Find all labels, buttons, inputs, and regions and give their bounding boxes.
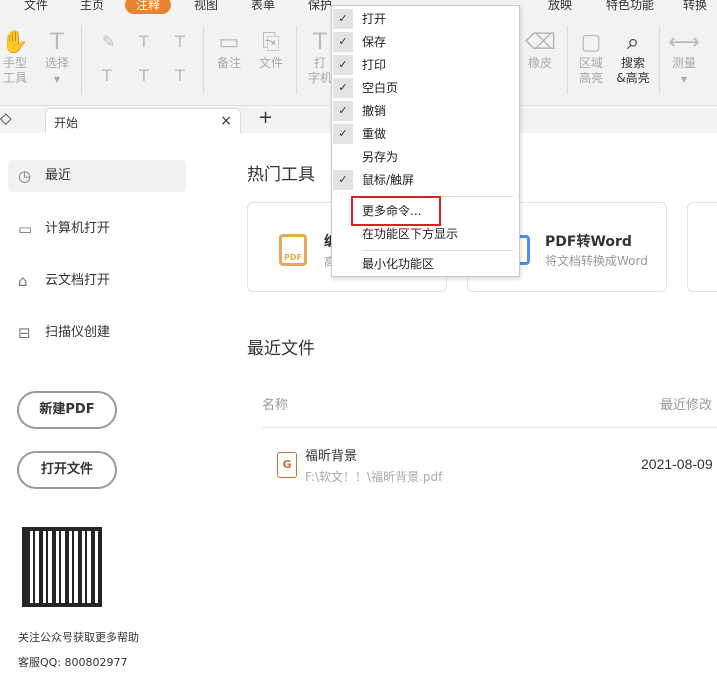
menu-separator: [362, 250, 514, 251]
recent-files-title: 最近文件: [247, 339, 315, 359]
check-icon: ✓: [333, 9, 353, 29]
monitor-icon: ▭: [18, 220, 33, 238]
card-subtitle: 将文档转换成Word: [545, 254, 648, 268]
strikeout-icon[interactable]: T: [102, 66, 112, 85]
divider: [296, 26, 297, 94]
hand-icon: ✋: [1, 30, 29, 55]
card-title: PDF转Word: [545, 234, 632, 250]
tab-form[interactable]: 表单: [251, 0, 275, 14]
menu-item-minimize-ribbon[interactable]: 最小化功能区: [332, 253, 519, 276]
check-icon: ✓: [333, 55, 353, 75]
search-doc-icon: ⌕: [626, 30, 640, 55]
menu-item-undo[interactable]: ✓ 撤销: [332, 100, 519, 123]
divider: [81, 26, 82, 94]
file-attach-button[interactable]: ⎘ 文件: [256, 30, 286, 71]
cloud-icon: ⌂: [18, 272, 28, 290]
highlight-icon[interactable]: ✎: [102, 32, 115, 51]
sidebar-item-cloud[interactable]: ⌂ 云文档打开: [8, 265, 186, 297]
tab-annotate[interactable]: 注释: [125, 0, 172, 14]
underline-icon[interactable]: T: [139, 32, 149, 51]
eraser-button[interactable]: ⌫ 橡皮: [525, 30, 557, 71]
pin-file-icon: ⎘: [262, 30, 280, 55]
file-name: 福昕背景: [305, 449, 358, 464]
sidebar-item-recent[interactable]: ◷ 最近: [8, 160, 186, 192]
area-icon: ▢: [580, 30, 602, 55]
file-row[interactable]: G 福昕背景 F:\软文！！\福昕背景.pdf 2021-08-09: [262, 440, 717, 490]
new-pdf-button[interactable]: 新建PDF: [17, 391, 117, 429]
highlight-box: [351, 196, 441, 226]
menu-item-save-as[interactable]: 另存为: [332, 146, 519, 169]
eraser-icon[interactable]: ◇: [0, 109, 12, 127]
new-tab-button[interactable]: +: [258, 107, 273, 128]
tab-slideshow[interactable]: 放映: [548, 0, 572, 14]
support-qq: 客服QQ: 800802977: [18, 656, 128, 669]
typewriter-icon: T: [313, 30, 327, 55]
quick-access-context-menu: ✓ 打开 ✓ 保存 ✓ 打印 ✓ 空白页 ✓ 撤销 ✓ 重做 另存为 ✓ 鼠标/触屏 更多命令…: [331, 5, 520, 277]
check-icon: ✓: [333, 170, 353, 190]
eraser-icon: ⌫: [525, 30, 557, 55]
check-icon: ✓: [333, 78, 353, 98]
area-highlight-button[interactable]: ▢ 区域 高亮: [576, 30, 606, 86]
close-tab-button[interactable]: ×: [220, 113, 232, 129]
replace-icon[interactable]: T: [139, 66, 149, 85]
foxit-file-icon: G: [277, 452, 297, 478]
tab-home[interactable]: 主页: [80, 0, 104, 14]
open-file-button[interactable]: 打开文件: [17, 451, 117, 489]
check-icon: ✓: [333, 101, 353, 121]
hand-tool-button[interactable]: ✋ 手型 工具: [0, 30, 30, 86]
col-modified: 最近修改: [660, 397, 713, 412]
menu-item-save[interactable]: ✓ 保存: [332, 31, 519, 54]
tab-start[interactable]: 开始 ×: [45, 108, 241, 134]
sidebar-item-scanner[interactable]: ⊟ 扫描仪创建: [8, 317, 186, 349]
tab-convert[interactable]: 转换: [683, 0, 707, 14]
tab-file[interactable]: 文件: [24, 0, 48, 14]
pdf-edit-icon: PDF: [279, 234, 307, 266]
clock-icon: ◷: [18, 167, 32, 185]
sidebar-item-computer[interactable]: ▭ 计算机打开: [8, 213, 186, 245]
divider: [203, 26, 204, 94]
dropdown-arrow-icon: ▼: [53, 75, 61, 84]
qr-code: [22, 527, 102, 607]
hot-tools-title: 热门工具: [247, 165, 315, 185]
file-path: F:\软文！！\福昕背景.pdf: [305, 470, 443, 484]
divider: [567, 26, 568, 94]
search-highlight-button[interactable]: ⌕ 搜索 &高亮: [614, 30, 652, 86]
qr-caption: 关注公众号获取更多帮助: [18, 631, 139, 644]
check-icon: ✓: [333, 32, 353, 52]
measure-button[interactable]: ⟷ 测量 ▼: [668, 30, 700, 87]
comment-icon: ▭: [218, 30, 240, 55]
file-date: 2021-08-09: [641, 456, 713, 472]
menu-item-print[interactable]: ✓ 打印: [332, 54, 519, 77]
insert-text-icon[interactable]: T: [175, 66, 185, 85]
tab-protect[interactable]: 保护: [308, 0, 332, 14]
tab-view[interactable]: 视图: [194, 0, 218, 14]
menu-item-show-below-ribbon[interactable]: 在功能区下方显示: [332, 223, 519, 246]
menu-item-open[interactable]: ✓ 打开: [332, 8, 519, 31]
tab-features[interactable]: 特色功能: [606, 0, 654, 14]
squiggly-icon[interactable]: T: [175, 32, 185, 51]
divider: [262, 427, 717, 428]
menu-item-blank-page[interactable]: ✓ 空白页: [332, 77, 519, 100]
note-button[interactable]: ▭ 备注: [214, 30, 244, 71]
tool-card-more[interactable]: [687, 202, 717, 292]
text-cursor-icon: T: [50, 30, 64, 55]
ruler-icon: ⟷: [668, 30, 700, 55]
check-icon: ✓: [333, 124, 353, 144]
divider: [659, 26, 660, 94]
select-tool-button[interactable]: T 选择 ▼: [40, 30, 74, 87]
menu-item-mouse-touch[interactable]: ✓ 鼠标/触屏: [332, 169, 519, 192]
typewriter-button[interactable]: T打 字机: [306, 30, 334, 86]
scanner-icon: ⊟: [18, 324, 31, 342]
tab-label: 开始: [54, 116, 79, 130]
col-name: 名称: [262, 398, 289, 413]
dropdown-arrow-icon: ▼: [680, 75, 688, 84]
menu-item-redo[interactable]: ✓ 重做: [332, 123, 519, 146]
